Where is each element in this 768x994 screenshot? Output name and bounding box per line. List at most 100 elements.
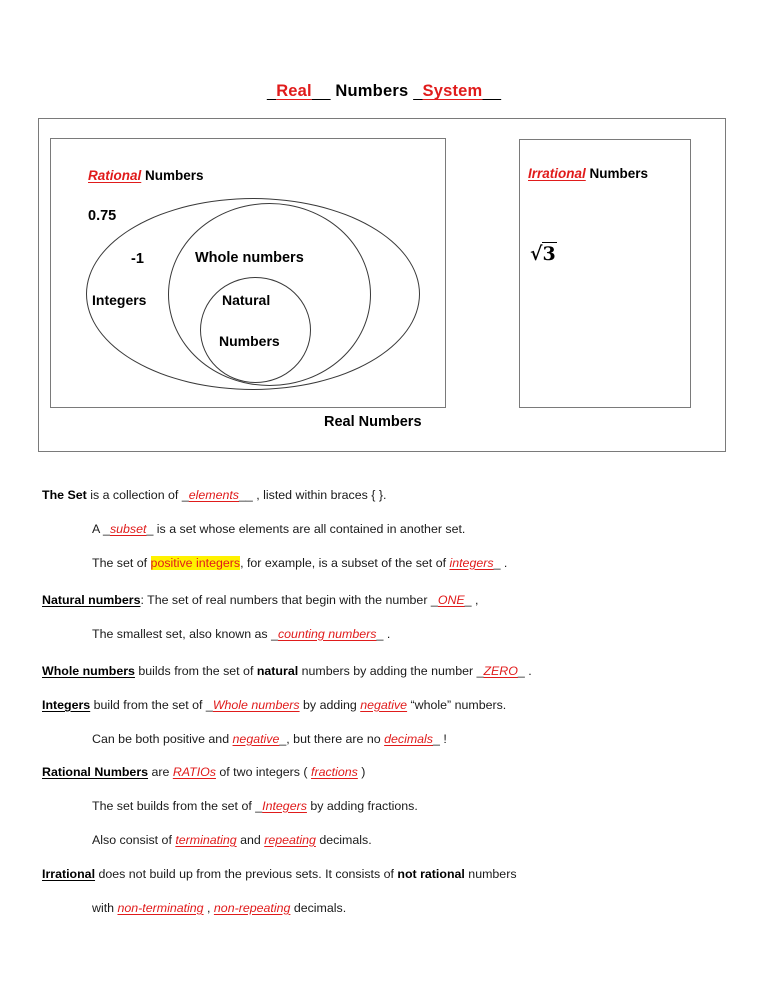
note-filled-blank: Integers [262,799,307,813]
note-text: _ [433,732,440,746]
radicand-value: 3 [541,242,557,265]
rational-blank: Rational [88,168,142,183]
rational-numbers-label: Rational Numbers [88,168,204,183]
note-text: numbers [464,867,517,881]
note-text: The set of [92,556,151,570]
example-negative-one: -1 [131,251,144,267]
note-underlined-term: Irrational [42,867,96,881]
note-text: , [203,901,214,915]
note-text: , for example, is a subset of the set of [240,556,450,570]
title-blank-prefix-2: _ [413,82,422,100]
note-line: The Set is a collection of _elements__ ,… [42,488,387,503]
note-underlined-term: Whole numbers [42,664,135,678]
note-filled-blank: repeating [264,833,316,847]
note-line: Integers build from the set of _Whole nu… [42,698,507,713]
note-line: Natural numbers: The set of real numbers… [42,593,479,608]
note-line: Can be both positive and negative _ , but … [92,732,447,747]
note-filled-blank: terminating [175,833,237,847]
note-highlighted-term: positive integers [150,556,241,570]
title-blank-system: System [422,82,483,100]
note-line: Rational Numbers are RATIOs of two integ… [42,765,366,780]
note-filled-blank: non-repeating [213,901,291,915]
note-text: ) [357,765,366,779]
note-text: numbers by adding the number [298,664,477,678]
note-text: and [236,833,265,847]
note-text: “whole” numbers. [407,698,507,712]
note-text: __ [239,488,253,502]
note-text: : The set of real numbers that begin wit… [140,593,431,607]
natural-numbers-label-line2: Numbers [219,333,280,349]
irrational-static: Numbers [589,166,649,181]
note-text: . [524,664,532,678]
note-text: decimals. [315,833,372,847]
note-line: Whole numbers builds from the set of nat… [42,664,532,679]
note-filled-blank: negative [360,698,408,712]
note-text: _ [464,593,472,607]
note-filled-blank: elements [188,488,239,502]
note-line: The set builds from the set of _Integers… [92,799,418,814]
irrational-numbers-label: Irrational Numbers [528,166,648,181]
note-text: by adding [299,698,361,712]
note-text: . [383,627,391,641]
irrational-blank: Irrational [528,166,586,181]
note-filled-blank: integers [449,556,494,570]
whole-numbers-label: Whole numbers [195,250,304,266]
note-text: _ [271,627,278,641]
note-filled-blank: decimals [384,732,434,746]
note-text: with [92,901,118,915]
note-filled-blank: counting numbers [277,627,377,641]
note-text: _ [205,698,213,712]
note-filled-blank: Whole numbers [212,698,300,712]
note-text: is a set whose elements are all containe… [153,522,466,536]
note-text: build from the set of [90,698,206,712]
note-line: Irrational does not build up from the pr… [42,867,517,882]
note-line: The set of positive integers, for exampl… [92,556,508,571]
note-text: , listed within braces { }. [252,488,387,502]
note-text: _ [517,664,525,678]
note-text: The set builds from the set of [92,799,256,813]
note-text: , but there are no [286,732,385,746]
note-filled-blank: fractions [311,765,358,779]
note-underlined-term: Natural numbers [42,593,141,607]
note-text: Also consist of [92,833,176,847]
note-line: A _subset_ is a set whose elements are a… [92,522,466,537]
note-line: Also consist of terminating and repeatin… [92,833,372,848]
note-text: decimals. [290,901,347,915]
title-blank-suffix-2: __ [482,82,501,100]
note-filled-blank: negative [232,732,280,746]
note-underlined-term: Integers [42,698,91,712]
example-decimal-075: 0.75 [88,208,117,224]
note-filled-blank: ONE [437,593,465,607]
note-text: does not build up from the previous sets… [95,867,398,881]
page-title: _Real__ Numbers _System__ [0,82,768,101]
note-text: by adding fractions. [306,799,418,813]
note-filled-blank: subset [109,522,147,536]
note-text: of two integers ( [215,765,312,779]
note-text: is a collection of [86,488,182,502]
note-text: . [500,556,508,570]
note-text: _ [103,522,110,536]
integers-label: Integers [92,292,147,308]
title-blank-suffix-1: __ [312,82,331,100]
natural-numbers-label-line1: Natural [222,292,271,308]
note-filled-blank: RATIOs [172,765,216,779]
square-root-three-example: √3 [530,242,557,265]
note-text: Can be both positive and [92,732,233,746]
rational-static: Numbers [145,168,204,183]
note-text: _ [181,488,189,502]
note-text: ! [439,732,447,746]
note-text: _ [430,593,438,607]
note-text: The smallest set, also known as [92,627,272,641]
note-filled-blank: ZERO [483,664,518,678]
note-text: A [92,522,104,536]
note-underlined-term: Rational Numbers [42,765,149,779]
note-text: , [471,593,479,607]
title-blank-real: Real [276,82,312,100]
title-blank-prefix: _ [267,82,276,100]
real-numbers-label: Real Numbers [324,414,422,430]
note-text: are [148,765,173,779]
note-bold-term: not rational [397,867,465,881]
note-filled-blank: non-terminating [117,901,204,915]
title-static-numbers: Numbers [335,82,409,100]
note-bold-term: natural [256,664,299,678]
